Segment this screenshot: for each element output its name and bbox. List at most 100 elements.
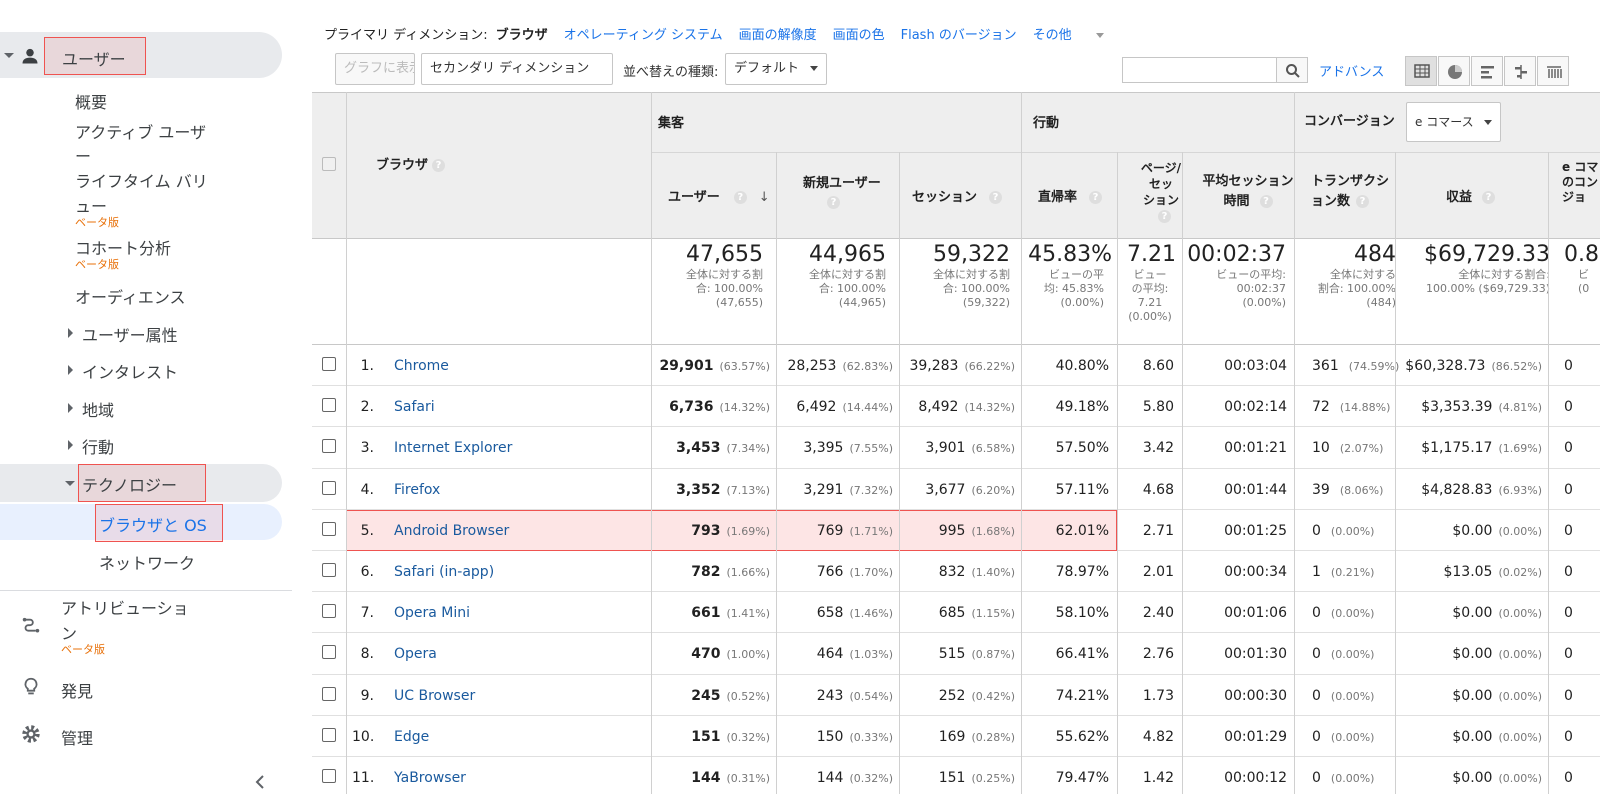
divider <box>0 590 292 591</box>
sidebar-item-audience[interactable]: オーディエンス <box>75 284 186 308</box>
col-header-ecommerce-conv[interactable]: e コマ のコン ジョ <box>1562 160 1598 205</box>
sidebar-item-interests[interactable]: インタレスト <box>82 359 178 383</box>
cell-revenue-value: $1,175.17 <box>1421 440 1493 457</box>
col-header-users[interactable]: ユーザー? ↓ <box>668 186 770 205</box>
sort-type-select[interactable]: デフォルト <box>725 53 827 85</box>
row-checkbox[interactable] <box>322 480 336 495</box>
view-pivot-button[interactable] <box>1537 56 1569 86</box>
col-header-sessions[interactable]: セッション? <box>912 186 1003 205</box>
collapse-sidebar-icon[interactable] <box>254 774 266 790</box>
col-header-browser[interactable]: ブラウザ? <box>376 154 446 173</box>
sidebar-item-technology[interactable]: テクノロジー <box>82 472 177 496</box>
dimension-other-menu[interactable]: その他 <box>1033 28 1120 43</box>
row-checkbox[interactable] <box>322 769 336 783</box>
row-checkbox[interactable] <box>322 727 336 742</box>
cell-sessions: 169 (0.28%) <box>899 729 1015 745</box>
sidebar-item-user-attributes[interactable]: ユーザー属性 <box>82 322 178 346</box>
collapse-caret-icon[interactable] <box>4 53 14 58</box>
secondary-dimension-select[interactable]: セカンダリ ディメンション <box>421 53 613 101</box>
row-checkbox[interactable] <box>322 357 336 371</box>
browser-link[interactable]: Safari <box>394 399 435 415</box>
cell-revenue-value: $0.00 <box>1452 728 1493 745</box>
col-header-bounce-rate[interactable]: 直帰率? <box>1038 186 1103 205</box>
cell-pages-per-session: 5.80 <box>1142 399 1174 416</box>
browser-link[interactable]: Firefox <box>394 482 440 498</box>
view-pie-button[interactable] <box>1438 56 1470 86</box>
expand-caret-icon[interactable] <box>68 403 73 413</box>
browser-link[interactable]: Opera Mini <box>394 605 470 621</box>
dimension-color-link[interactable]: 画面の色 <box>833 28 885 43</box>
row-checkbox[interactable] <box>322 439 336 454</box>
search-button[interactable] <box>1276 57 1308 83</box>
row-index: 2. <box>360 399 374 416</box>
sidebar-item-attribution[interactable]: アトリビューショ <box>61 595 189 619</box>
col-header-revenue[interactable]: 収益? <box>1446 186 1496 205</box>
row-checkbox[interactable] <box>322 686 336 701</box>
row-checkbox[interactable] <box>322 398 336 413</box>
help-icon: ? <box>1158 210 1171 223</box>
cell-new-users-value: 464 <box>816 646 844 663</box>
cell-transactions-value: 0 <box>1312 605 1321 622</box>
sidebar-item-behavior[interactable]: 行動 <box>82 434 114 458</box>
row-checkbox[interactable] <box>322 563 336 577</box>
view-performance-button[interactable] <box>1471 56 1503 86</box>
col-header-transactions[interactable]: トランザクシ ョン数? <box>1311 172 1389 212</box>
cell-avg-session: 00:01:06 <box>1224 605 1287 622</box>
sidebar-item-geo[interactable]: 地域 <box>82 397 114 421</box>
row-index: 8. <box>360 646 374 663</box>
help-icon: ? <box>827 196 840 209</box>
browser-link[interactable]: Android Browser <box>394 523 509 539</box>
col-header-avg-session[interactable]: 平均セッション 時間? <box>1198 172 1298 212</box>
col-header-new-users[interactable]: 新規ユーザー <box>803 172 881 191</box>
plot-rows-button[interactable]: グラフに表示 <box>335 53 415 85</box>
dimension-os-link[interactable]: オペレーティング システム <box>564 28 723 43</box>
expand-caret-icon[interactable] <box>68 365 73 375</box>
cell-avg-session: 00:01:30 <box>1224 646 1287 663</box>
table-row: 1. Chrome 29,901 (63.57%) 28,253 (62.83%) 39,2… <box>312 345 1600 387</box>
dimension-flash-link[interactable]: Flash のバージョン <box>901 28 1017 43</box>
cell-new-users-value: 144 <box>816 770 844 786</box>
cell-users-percent: (0.31%) <box>726 772 770 785</box>
search-input[interactable] <box>1122 57 1277 83</box>
browser-link[interactable]: Opera <box>394 646 437 662</box>
cell-pages-per-session: 8.60 <box>1142 358 1174 374</box>
cell-sessions-percent: (1.68%) <box>971 524 1015 538</box>
sidebar-item-discover[interactable]: 発見 <box>61 678 93 702</box>
row-checkbox[interactable] <box>322 645 336 660</box>
sidebar-item-admin[interactable]: 管理 <box>61 725 93 749</box>
gear-icon <box>22 725 40 743</box>
sidebar-item-overview[interactable]: 概要 <box>75 89 107 113</box>
expand-caret-icon[interactable] <box>68 440 73 450</box>
browser-link[interactable]: Edge <box>394 729 429 745</box>
group-behavior: 行動 <box>1033 116 1060 131</box>
browser-link[interactable]: Internet Explorer <box>394 440 512 456</box>
col-header-pages-per-session[interactable]: ページ/セッ ション <box>1134 160 1188 208</box>
view-comparison-button[interactable] <box>1504 56 1536 86</box>
row-checkbox[interactable] <box>322 521 336 536</box>
table-row: 8. Opera 470 (1.00%) 464 (1.03%) 515 (0.87%) 66.… <box>312 633 1600 675</box>
sidebar-item-active-users-cont[interactable]: ー <box>75 143 91 167</box>
browser-link[interactable]: Safari (in-app) <box>394 564 494 580</box>
sidebar-item-users[interactable]: ユーザー <box>62 46 126 70</box>
sidebar-item-browser-os[interactable]: ブラウザと OS <box>99 512 207 536</box>
total-users-sub: 全体に対する割 合: 100.00% (47,655) <box>686 268 763 309</box>
dimension-resolution-link[interactable]: 画面の解像度 <box>739 28 817 43</box>
cell-transactions-value: 72 <box>1312 399 1330 416</box>
advanced-link[interactable]: アドバンス <box>1319 61 1384 80</box>
collapse-caret-icon[interactable] <box>65 481 75 486</box>
sidebar-item-network[interactable]: ネットワーク <box>99 550 195 574</box>
conversion-select[interactable]: e コマース <box>1406 102 1501 142</box>
sidebar-item-lifetime-value[interactable]: ライフタイム バリ <box>75 168 208 192</box>
browser-link[interactable]: UC Browser <box>394 688 475 704</box>
cell-sessions: 39,283 (66.22%) <box>899 358 1015 374</box>
cell-bounce-rate: 78.97% <box>1055 564 1109 580</box>
browser-link[interactable]: Chrome <box>394 358 449 374</box>
view-table-button[interactable] <box>1405 56 1437 86</box>
col-header-trans-line1: トランザクシ <box>1311 174 1390 189</box>
sidebar-item-active-users[interactable]: アクティブ ユーザ <box>75 119 206 143</box>
select-all-checkbox[interactable] <box>322 157 336 171</box>
browser-link[interactable]: YaBrowser <box>394 770 466 786</box>
expand-caret-icon[interactable] <box>68 328 73 338</box>
cell-new-users-percent: (14.44%) <box>842 401 893 415</box>
row-checkbox[interactable] <box>322 604 336 619</box>
